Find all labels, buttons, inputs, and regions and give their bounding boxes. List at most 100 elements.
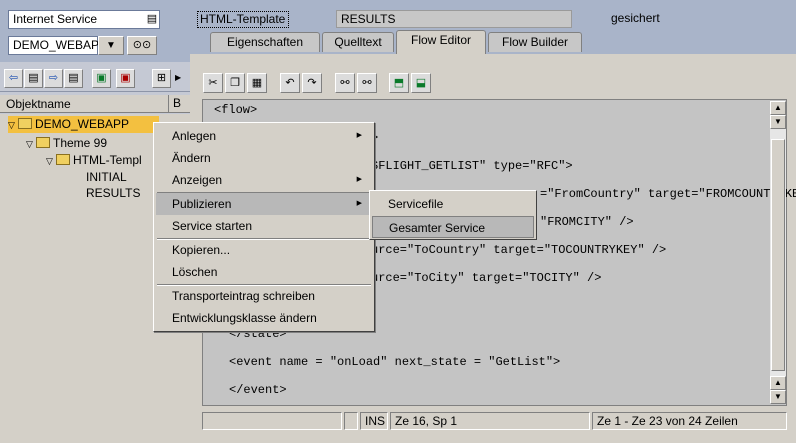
insert-mode-indicator: INS [360,412,388,430]
tree-icon: ▣ [120,72,131,84]
page-up-button[interactable]: ▲ [770,376,786,390]
menu-item-label: Ändern [172,151,211,165]
column-header-objektname[interactable]: Objektname [6,97,71,111]
arrow-down-icon: ▼ [774,117,782,126]
dropdown-button[interactable]: ▼ [98,36,124,55]
menu-item-loeschen[interactable]: Löschen [156,261,372,283]
vertical-scrollbar[interactable]: ▲ ▼ ▲ ▼ [770,101,786,404]
upload-button[interactable]: ⬓ [411,73,431,93]
menu-item-label: Servicefile [388,197,444,211]
insert-button[interactable]: ⬒ [389,73,409,93]
submenu-arrow-icon: ▶ [356,200,362,207]
code-line: SFLIGHT_GETLIST" type="RFC"> [371,159,573,173]
document-icon: ▤ [28,72,39,84]
arrow-left-icon: ⇦ [8,72,19,84]
find-next-button[interactable]: ⚯ [357,73,377,93]
menu-item-service-starten[interactable]: Service starten [156,215,372,237]
copy-button[interactable]: ❐ [225,73,245,93]
tree-header: Objektname B [0,95,190,113]
binoculars-next-icon: ⚯ [362,77,372,89]
expand-triangle-icon[interactable]: ▽ [46,153,56,170]
tab-flow-editor-active[interactable]: Flow Editor [396,30,486,54]
menu-item-kopieren[interactable]: Kopieren... [156,239,372,261]
menu-item-aendern[interactable]: Ändern [156,147,372,169]
menu-item-gesamter-service[interactable]: Gesamter Service [372,216,534,238]
document-icon[interactable]: ▤ [146,12,158,26]
redo-button[interactable]: ↷ [302,73,322,93]
template-type-label: HTML-Template [197,11,289,28]
upload-icon: ⬓ [415,77,427,89]
menu-item-anlegen[interactable]: Anlegen ▶ [156,125,372,147]
scroll-down-button[interactable]: ▼ [770,390,786,404]
expand-triangle-icon[interactable]: ▽ [8,117,18,134]
tree-item-theme[interactable]: ▽ Theme 99 [26,135,107,152]
find-button[interactable]: ⚯ [335,73,355,93]
tree-item-results[interactable]: RESULTS [86,185,140,202]
page-down-button[interactable]: ▼ [770,115,786,129]
menu-item-label: Entwicklungsklasse ändern [172,311,317,325]
tree-item-html-template[interactable]: ▽ HTML-Templ [46,152,142,169]
cut-button[interactable]: ✂ [203,73,223,93]
object-name-field[interactable]: DEMO_WEBAPP [8,36,107,55]
folder-icon [18,118,32,129]
tab-flow-builder[interactable]: Flow Builder [488,32,582,52]
scroll-thumb[interactable] [771,139,785,371]
forward-button[interactable]: ⇨ [44,69,63,88]
menu-item-transporteintrag[interactable]: Transporteintrag schreiben [156,285,372,307]
hierarchy-icon: ⊞ [156,72,167,84]
menu-item-label: Löschen [172,265,218,279]
paste-button[interactable]: ▦ [247,73,267,93]
tree-item-label: Theme 99 [53,136,108,150]
copy-icon: ❐ [230,77,240,89]
template-name-field: RESULTS [336,10,572,28]
menu-item-label: Kopieren... [172,243,231,257]
arrow-right-icon: ⇨ [48,72,59,84]
save-status: gesichert [611,11,660,25]
redo-icon: ↷ [307,77,317,89]
status-field-empty [344,412,358,430]
code-line: <flow> [214,103,258,117]
navigation-toolbar: ⇦ ▤ ⇨ ▤ ▣ ▣ ⊞ ▶ [0,66,190,92]
expand-triangle-icon[interactable]: ▽ [26,136,36,153]
menu-item-label: Service starten [172,219,253,233]
menu-item-anzeigen[interactable]: Anzeigen ▶ [156,169,372,191]
tree-item-initial[interactable]: INITIAL [86,169,127,186]
submenu-arrow-icon: ▶ [356,176,362,183]
menu-item-label: Gesamter Service [389,221,486,235]
tab-eigenschaften[interactable]: Eigenschaften [210,32,320,52]
tree-item-label: DEMO_WEBAPP [35,117,130,131]
menu-item-entwicklungsklasse[interactable]: Entwicklungsklasse ändern [156,307,372,329]
undo-button[interactable]: ↶ [280,73,300,93]
folder-icon [56,154,70,165]
object-type-field[interactable]: Internet Service [8,10,160,29]
display-button[interactable]: ⊙⊙ [127,36,157,55]
folder-icon [36,137,50,148]
collapse-button[interactable]: ▣ [116,69,135,88]
insert-icon: ⬒ [393,77,405,89]
menu-item-label: Anlegen [172,129,217,143]
more-arrow-icon[interactable]: ▶ [175,73,181,82]
code-line: ="FromCountry" target="FROMCOUNTRYKEY" /… [540,187,796,201]
menu-item-publizieren[interactable]: Publizieren ▶ [156,193,372,215]
previous-object-button[interactable]: ▤ [24,69,43,88]
tree-item-demo-webapp[interactable]: ▽ DEMO_WEBAPP [8,116,160,134]
code-line: urce="ToCountry" target="TOCOUNTRYKEY" /… [371,243,667,257]
scroll-up-button[interactable]: ▲ [770,101,786,115]
binoculars-icon: ⚯ [340,77,350,89]
status-bar: INS Ze 16, Sp 1 Ze 1 - Ze 23 von 24 Zeil… [202,412,787,430]
arrow-down-icon: ▼ [774,392,782,401]
code-line: </event> [229,383,287,397]
tab-quelltext[interactable]: Quelltext [322,32,394,52]
line-range: Ze 1 - Ze 23 von 24 Zeilen [592,412,787,430]
menu-item-label: Transporteintrag schreiben [172,289,315,303]
expand-button[interactable]: ▣ [92,69,111,88]
menu-item-servicefile[interactable]: Servicefile [372,193,534,215]
hierarchy-button[interactable]: ⊞ [152,69,171,88]
back-button[interactable]: ⇦ [4,69,23,88]
menu-item-label: Publizieren [172,197,232,211]
tree-item-label: HTML-Templ [73,153,142,167]
next-object-button[interactable]: ▤ [64,69,83,88]
column-header-b[interactable]: B [168,95,190,113]
code-line: <event name = "onLoad" next_state = "Get… [229,355,561,369]
undo-icon: ↶ [285,77,295,89]
